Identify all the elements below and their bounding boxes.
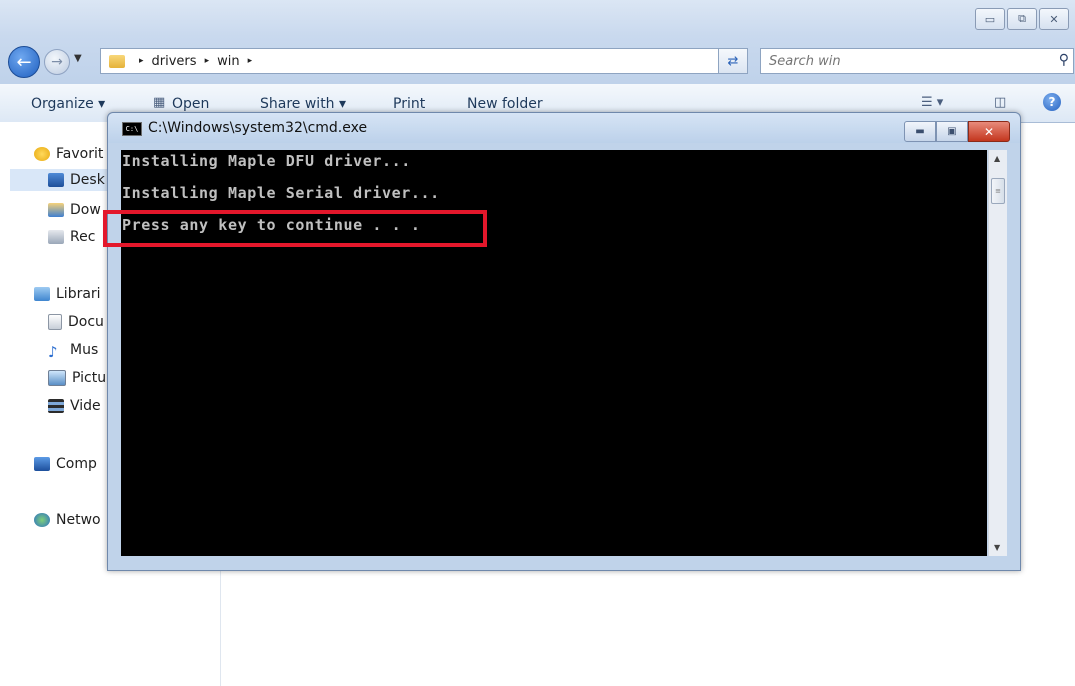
open-button[interactable]: Open (172, 96, 209, 112)
explorer-window-controls: ▭ ⧉ ✕ (975, 8, 1069, 30)
nav-recent-label: Rec (70, 229, 96, 245)
console-scrollbar[interactable]: ▲ ≡ ▼ (988, 150, 1007, 556)
open-icon: ▦ (153, 95, 166, 110)
refresh-button[interactable]: ⇄ (718, 48, 748, 74)
restore-button[interactable]: ⧉ (1007, 8, 1037, 30)
new-folder-button[interactable]: New folder (467, 96, 543, 112)
back-arrow-icon[interactable]: ← (8, 46, 40, 78)
nav-videos-label: Vide (70, 398, 101, 414)
breadcrumb-drivers[interactable]: drivers (152, 54, 197, 69)
cmd-maximize-button[interactable]: ▣ (936, 121, 968, 142)
cmd-close-button[interactable]: ✕ (968, 121, 1010, 142)
nav-music-label: Mus (70, 342, 99, 358)
nav-downloads[interactable]: Dow (48, 202, 101, 218)
organize-menu[interactable]: Organize ▾ (31, 96, 105, 112)
search-input[interactable] (761, 49, 1031, 73)
console-line: Installing Maple DFU driver... (122, 152, 411, 170)
refresh-icon: ⇄ (727, 53, 739, 69)
scroll-down-arrow-icon[interactable]: ▼ (994, 543, 1000, 552)
nav-favorites[interactable]: Favorit (34, 146, 103, 162)
scroll-thumb[interactable]: ≡ (991, 178, 1005, 204)
change-view-icon[interactable]: ☰ ▾ (921, 95, 943, 110)
breadcrumb-win[interactable]: win (217, 54, 239, 69)
search-box[interactable]: ⚲ (760, 48, 1074, 74)
nav-documents[interactable]: Docu (48, 314, 104, 330)
pictures-icon (48, 370, 66, 386)
nav-downloads-label: Dow (70, 202, 101, 218)
search-icon[interactable]: ⚲ (1059, 52, 1069, 68)
scroll-up-arrow-icon[interactable]: ▲ (994, 154, 1000, 163)
cmd-minimize-button[interactable]: ▬ (904, 121, 936, 142)
print-button[interactable]: Print (393, 96, 425, 112)
nav-pictures-label: Pictu (72, 370, 107, 386)
highlight-annotation-box (103, 210, 487, 247)
nav-desktop-label: Desk (70, 172, 105, 188)
explorer-titlebar: ▭ ⧉ ✕ (0, 0, 1075, 36)
folder-icon (109, 54, 125, 68)
share-with-menu[interactable]: Share with ▾ (260, 96, 346, 112)
nav-pictures[interactable]: Pictu (48, 370, 106, 386)
breadcrumb[interactable]: ▸ drivers ▸ win ▸ ▾ (100, 48, 747, 74)
music-note-icon: ♪ (48, 343, 58, 361)
preview-pane-icon[interactable]: ◫ (994, 95, 1006, 110)
libraries-icon (34, 287, 50, 301)
network-icon (34, 513, 50, 527)
recent-places-icon (48, 230, 64, 244)
close-button[interactable]: ✕ (1039, 8, 1069, 30)
nav-computer[interactable]: Comp (34, 456, 97, 472)
recent-pages-dropdown-icon[interactable]: ▼ (74, 53, 82, 64)
console-line: Installing Maple Serial driver... (122, 184, 440, 202)
nav-videos[interactable]: Vide (48, 398, 101, 414)
forward-arrow-icon[interactable]: → (44, 49, 70, 75)
nav-favorites-label: Favorit (56, 146, 104, 162)
nav-computer-label: Comp (56, 456, 97, 472)
computer-icon (34, 457, 50, 471)
desktop-icon (48, 173, 64, 187)
help-icon[interactable]: ? (1043, 93, 1061, 111)
star-icon (34, 147, 50, 161)
breadcrumb-separator-icon[interactable]: ▸ (205, 56, 210, 66)
minimize-button[interactable]: ▭ (975, 8, 1005, 30)
downloads-icon (48, 203, 64, 217)
cmd-titlebar[interactable]: C:\ C:\Windows\system32\cmd.exe ▬ ▣ ✕ (108, 113, 1020, 143)
nav-libraries-label: Librari (56, 286, 101, 302)
breadcrumb-separator-icon[interactable]: ▸ (248, 56, 253, 66)
cmd-window[interactable]: C:\ C:\Windows\system32\cmd.exe ▬ ▣ ✕ In… (107, 112, 1021, 571)
nav-recent[interactable]: Rec (48, 229, 95, 245)
nav-documents-label: Docu (68, 314, 104, 330)
nav-libraries[interactable]: Librari (34, 286, 101, 302)
address-row: ← → ▼ ▸ drivers ▸ win ▸ ▾ ⇄ ⚲ (0, 36, 1075, 84)
videos-icon (48, 399, 64, 413)
nav-network-label: Netwo (56, 512, 101, 528)
nav-music[interactable]: ♪ Mus (48, 342, 99, 361)
breadcrumb-separator-icon[interactable]: ▸ (139, 56, 144, 66)
documents-icon (48, 314, 62, 330)
cmd-app-icon: C:\ (122, 122, 142, 136)
cmd-window-controls: ▬ ▣ ✕ (904, 121, 1010, 142)
cmd-window-title: C:\Windows\system32\cmd.exe (148, 120, 368, 136)
nav-network[interactable]: Netwo (34, 512, 101, 528)
